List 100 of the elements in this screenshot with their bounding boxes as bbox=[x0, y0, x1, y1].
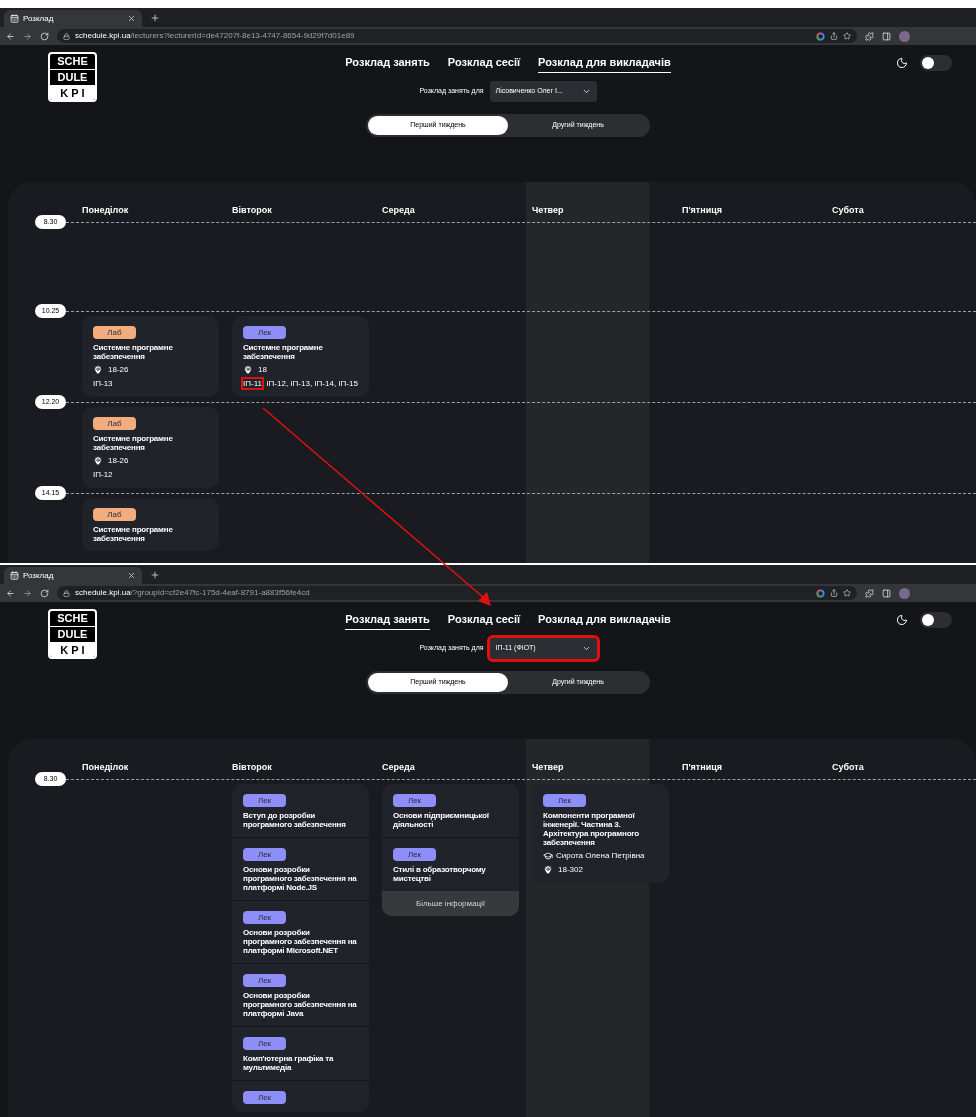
share-icon[interactable] bbox=[830, 589, 838, 597]
colored-ring-icon[interactable] bbox=[816, 588, 825, 598]
day-header: Середа bbox=[382, 205, 415, 215]
moon-icon bbox=[896, 614, 908, 626]
lesson-type-tag: Лек bbox=[393, 794, 436, 807]
star-icon[interactable] bbox=[843, 32, 851, 40]
logo-text: SCHE bbox=[50, 54, 95, 70]
close-icon[interactable] bbox=[127, 14, 136, 23]
browser-tab[interactable]: Розклад bbox=[4, 10, 142, 27]
lesson-title: Системне програмне забезпечення bbox=[93, 434, 174, 452]
share-icon[interactable] bbox=[830, 32, 838, 40]
room-number: 18-26 bbox=[108, 365, 129, 375]
moon-icon bbox=[896, 57, 908, 69]
avatar[interactable] bbox=[899, 587, 910, 599]
logo[interactable]: SCHE DULE K P I bbox=[48, 609, 97, 659]
lesson-type-tag: Лек bbox=[243, 1091, 286, 1104]
lock-icon bbox=[63, 32, 70, 40]
tab-title: Розклад bbox=[23, 12, 55, 25]
nav-link[interactable]: Розклад для викладачів bbox=[538, 54, 671, 73]
lesson-title: Основи розробки програмного забезпечення на платформі Java bbox=[243, 991, 358, 1018]
url-field[interactable]: schedule.kpi.ua/?groupId=cf2e47fc-175d-4eaf-8791-a883f56fe4cd bbox=[57, 586, 857, 600]
day-header: Середа bbox=[382, 762, 415, 772]
colored-ring-icon[interactable] bbox=[816, 31, 825, 41]
nav-link[interactable]: Розклад сесії bbox=[447, 611, 521, 630]
puzzle-icon[interactable] bbox=[865, 31, 874, 41]
url-field[interactable]: schedule.kpi.ua/lecturers?lecturerId=de47207f-8e13-4747-8654-9d29f7d01e89 bbox=[57, 29, 857, 43]
side-panel-icon[interactable] bbox=[882, 588, 891, 598]
back-icon[interactable] bbox=[6, 588, 15, 598]
day-header: Субота bbox=[832, 762, 864, 772]
browser-tab[interactable]: Розклад bbox=[4, 567, 142, 584]
day-header: П'ятниця bbox=[682, 762, 723, 772]
location-pin-icon bbox=[543, 865, 553, 875]
logo[interactable]: SCHE DULE K P I bbox=[48, 52, 97, 102]
lesson-title: Основи підприємницької діяльності bbox=[393, 811, 490, 829]
group-list: ІП-12 bbox=[93, 470, 208, 480]
more-info-button[interactable]: Більше інформації bbox=[382, 891, 519, 916]
room-number: 18 bbox=[258, 365, 267, 375]
day-header: П'ятниця bbox=[682, 205, 723, 215]
lesson-title: Комп'ютерна графіка та мультимедіа bbox=[243, 1054, 335, 1072]
room-number: 18-302 bbox=[558, 865, 583, 875]
location-pin-icon bbox=[93, 456, 103, 466]
group-list: ІП-13 bbox=[93, 379, 208, 389]
lesson-type-tag: Лаб bbox=[93, 508, 136, 521]
lesson-title: Системне програмне забезпечення bbox=[243, 343, 324, 361]
day-header: Понеділок bbox=[82, 205, 129, 215]
lesson-type-tag: Лаб bbox=[93, 417, 136, 430]
calendar-icon bbox=[10, 571, 19, 580]
teacher-name: Сирота Олена Петрівна bbox=[556, 851, 645, 861]
lesson-type-tag: Лек bbox=[243, 1037, 286, 1050]
plus-icon[interactable] bbox=[150, 570, 160, 580]
room-number: 18-26 bbox=[108, 456, 129, 466]
url-text: schedule.kpi.ua/?groupId=cf2e47fc-175d-4eaf-8791-a883f56fe4cd bbox=[75, 587, 310, 599]
lesson-type-tag: Лек bbox=[243, 974, 286, 987]
calendar-icon bbox=[10, 14, 19, 23]
graduation-cap-icon bbox=[543, 851, 553, 861]
location-pin-icon bbox=[243, 365, 253, 375]
back-icon[interactable] bbox=[6, 31, 15, 41]
lock-icon bbox=[63, 589, 70, 597]
nav-link[interactable]: Розклад занять bbox=[345, 54, 430, 73]
location-pin-icon bbox=[93, 365, 103, 375]
plus-icon[interactable] bbox=[150, 13, 160, 23]
lesson-type-tag: Лек bbox=[393, 848, 436, 861]
reload-icon[interactable] bbox=[40, 31, 49, 41]
group-list: ІП-11, ІП-12, ІП-13, ІП-14, ІП-15 bbox=[243, 379, 358, 389]
forward-icon[interactable] bbox=[23, 588, 32, 598]
reload-icon[interactable] bbox=[40, 588, 49, 598]
day-header: Вівторок bbox=[232, 205, 272, 215]
lesson-card[interactable]: Лек Компоненти програмної інженерії. Частина 3. Архітектура програмного забезпечення Сирота Олена Петрівна 18-302 bbox=[532, 784, 669, 883]
lesson-title: Системне програмне забезпечення bbox=[93, 343, 174, 361]
tab-title: Розклад bbox=[23, 569, 55, 582]
lesson-card[interactable]: Лек Системне програмне забезпечення 18 ІП-11, ІП-12, ІП-13, ІП-14, ІП-15 bbox=[232, 316, 369, 397]
lesson-card[interactable]: Лаб Системне програмне забезпечення 18-26 ІП-13 bbox=[82, 316, 219, 397]
lesson-card[interactable]: Лаб Системне програмне забезпечення bbox=[82, 498, 219, 551]
puzzle-icon[interactable] bbox=[865, 588, 874, 598]
lesson-type-tag: Лаб bbox=[93, 326, 136, 339]
nav-link[interactable]: Розклад сесії bbox=[447, 54, 521, 73]
nav-link[interactable]: Розклад занять bbox=[345, 611, 430, 630]
theme-switch[interactable] bbox=[920, 612, 952, 628]
logo-text: K P I bbox=[50, 643, 95, 657]
forward-icon[interactable] bbox=[23, 31, 32, 41]
star-icon[interactable] bbox=[843, 589, 851, 597]
lesson-card[interactable] bbox=[232, 784, 369, 1112]
theme-switch[interactable] bbox=[920, 55, 952, 71]
nav-link[interactable]: Розклад для викладачів bbox=[538, 611, 671, 630]
logo-text: K P I bbox=[50, 86, 95, 100]
logo-text: SCHE bbox=[50, 611, 95, 627]
day-header: Четвер bbox=[532, 762, 564, 772]
lesson-title: Вступ до розробки програмного забезпечення bbox=[243, 811, 347, 829]
lesson-title: Системне програмне забезпечення bbox=[93, 525, 174, 543]
avatar[interactable] bbox=[899, 30, 910, 42]
lesson-type-tag: Лек bbox=[243, 794, 286, 807]
lesson-card[interactable]: Лек Основи підприємницької діяльності Лек Стилі в образотворчому мистецтві Більше інформації bbox=[382, 784, 519, 916]
day-header: Четвер bbox=[532, 205, 564, 215]
lesson-type-tag: Лек bbox=[243, 326, 286, 339]
day-header: Понеділок bbox=[82, 762, 129, 772]
lesson-card[interactable]: Лаб Системне програмне забезпечення 18-26 ІП-12 bbox=[82, 407, 219, 488]
url-text: schedule.kpi.ua/lecturers?lecturerId=de47207f-8e13-4747-8654-9d29f7d01e89 bbox=[75, 30, 355, 42]
day-header: Вівторок bbox=[232, 762, 272, 772]
close-icon[interactable] bbox=[127, 571, 136, 580]
side-panel-icon[interactable] bbox=[882, 31, 891, 41]
